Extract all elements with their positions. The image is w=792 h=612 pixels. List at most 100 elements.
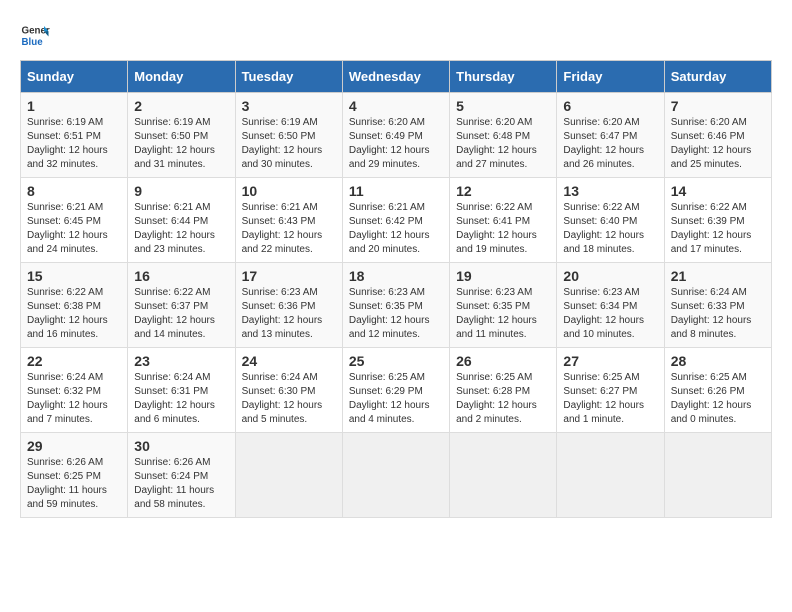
- svg-text:Blue: Blue: [22, 37, 44, 48]
- col-wednesday: Wednesday: [342, 61, 449, 93]
- day-number: 14: [671, 183, 765, 199]
- calendar-cell: 21 Sunrise: 6:24 AM Sunset: 6:33 PM Dayl…: [664, 263, 771, 348]
- calendar-cell: 29 Sunrise: 6:26 AM Sunset: 6:25 PM Dayl…: [21, 433, 128, 518]
- day-info: Sunrise: 6:22 AM Sunset: 6:38 PM Dayligh…: [27, 286, 121, 342]
- calendar-cell: 2 Sunrise: 6:19 AM Sunset: 6:50 PM Dayli…: [128, 93, 235, 178]
- calendar-cell: 4 Sunrise: 6:20 AM Sunset: 6:49 PM Dayli…: [342, 93, 449, 178]
- page-header: General Blue: [20, 20, 772, 50]
- day-number: 1: [27, 98, 121, 114]
- day-info: Sunrise: 6:23 AM Sunset: 6:35 PM Dayligh…: [349, 286, 443, 342]
- day-info: Sunrise: 6:24 AM Sunset: 6:31 PM Dayligh…: [134, 371, 228, 427]
- day-number: 21: [671, 268, 765, 284]
- calendar-cell: 26 Sunrise: 6:25 AM Sunset: 6:28 PM Dayl…: [450, 348, 557, 433]
- day-info: Sunrise: 6:25 AM Sunset: 6:29 PM Dayligh…: [349, 371, 443, 427]
- col-monday: Monday: [128, 61, 235, 93]
- calendar-cell: 28 Sunrise: 6:25 AM Sunset: 6:26 PM Dayl…: [664, 348, 771, 433]
- day-number: 5: [456, 98, 550, 114]
- col-tuesday: Tuesday: [235, 61, 342, 93]
- day-number: 22: [27, 353, 121, 369]
- day-info: Sunrise: 6:19 AM Sunset: 6:50 PM Dayligh…: [134, 116, 228, 172]
- calendar-cell: 7 Sunrise: 6:20 AM Sunset: 6:46 PM Dayli…: [664, 93, 771, 178]
- calendar-body: 1 Sunrise: 6:19 AM Sunset: 6:51 PM Dayli…: [21, 93, 772, 518]
- calendar-cell: [450, 433, 557, 518]
- day-info: Sunrise: 6:19 AM Sunset: 6:51 PM Dayligh…: [27, 116, 121, 172]
- day-info: Sunrise: 6:25 AM Sunset: 6:26 PM Dayligh…: [671, 371, 765, 427]
- day-number: 2: [134, 98, 228, 114]
- col-saturday: Saturday: [664, 61, 771, 93]
- calendar-cell: 24 Sunrise: 6:24 AM Sunset: 6:30 PM Dayl…: [235, 348, 342, 433]
- calendar-cell: 25 Sunrise: 6:25 AM Sunset: 6:29 PM Dayl…: [342, 348, 449, 433]
- day-number: 27: [563, 353, 657, 369]
- calendar-cell: [342, 433, 449, 518]
- day-number: 20: [563, 268, 657, 284]
- day-info: Sunrise: 6:26 AM Sunset: 6:24 PM Dayligh…: [134, 456, 228, 512]
- calendar-cell: 8 Sunrise: 6:21 AM Sunset: 6:45 PM Dayli…: [21, 178, 128, 263]
- calendar-cell: 15 Sunrise: 6:22 AM Sunset: 6:38 PM Dayl…: [21, 263, 128, 348]
- day-number: 24: [242, 353, 336, 369]
- day-number: 25: [349, 353, 443, 369]
- calendar-cell: 5 Sunrise: 6:20 AM Sunset: 6:48 PM Dayli…: [450, 93, 557, 178]
- day-number: 9: [134, 183, 228, 199]
- day-info: Sunrise: 6:22 AM Sunset: 6:41 PM Dayligh…: [456, 201, 550, 257]
- day-info: Sunrise: 6:25 AM Sunset: 6:28 PM Dayligh…: [456, 371, 550, 427]
- day-number: 18: [349, 268, 443, 284]
- day-number: 12: [456, 183, 550, 199]
- calendar-cell: 6 Sunrise: 6:20 AM Sunset: 6:47 PM Dayli…: [557, 93, 664, 178]
- day-number: 4: [349, 98, 443, 114]
- logo: General Blue: [20, 20, 50, 50]
- day-info: Sunrise: 6:20 AM Sunset: 6:49 PM Dayligh…: [349, 116, 443, 172]
- day-number: 26: [456, 353, 550, 369]
- day-info: Sunrise: 6:21 AM Sunset: 6:43 PM Dayligh…: [242, 201, 336, 257]
- calendar-cell: 10 Sunrise: 6:21 AM Sunset: 6:43 PM Dayl…: [235, 178, 342, 263]
- day-number: 16: [134, 268, 228, 284]
- calendar-cell: 20 Sunrise: 6:23 AM Sunset: 6:34 PM Dayl…: [557, 263, 664, 348]
- calendar-cell: 30 Sunrise: 6:26 AM Sunset: 6:24 PM Dayl…: [128, 433, 235, 518]
- calendar-cell: 16 Sunrise: 6:22 AM Sunset: 6:37 PM Dayl…: [128, 263, 235, 348]
- day-info: Sunrise: 6:26 AM Sunset: 6:25 PM Dayligh…: [27, 456, 121, 512]
- day-number: 23: [134, 353, 228, 369]
- day-info: Sunrise: 6:20 AM Sunset: 6:46 PM Dayligh…: [671, 116, 765, 172]
- day-number: 11: [349, 183, 443, 199]
- col-friday: Friday: [557, 61, 664, 93]
- calendar-cell: 14 Sunrise: 6:22 AM Sunset: 6:39 PM Dayl…: [664, 178, 771, 263]
- day-info: Sunrise: 6:20 AM Sunset: 6:48 PM Dayligh…: [456, 116, 550, 172]
- calendar-cell: 13 Sunrise: 6:22 AM Sunset: 6:40 PM Dayl…: [557, 178, 664, 263]
- day-info: Sunrise: 6:22 AM Sunset: 6:39 PM Dayligh…: [671, 201, 765, 257]
- calendar-cell: 18 Sunrise: 6:23 AM Sunset: 6:35 PM Dayl…: [342, 263, 449, 348]
- day-number: 29: [27, 438, 121, 454]
- calendar-cell: 3 Sunrise: 6:19 AM Sunset: 6:50 PM Dayli…: [235, 93, 342, 178]
- day-number: 13: [563, 183, 657, 199]
- day-number: 15: [27, 268, 121, 284]
- day-info: Sunrise: 6:23 AM Sunset: 6:36 PM Dayligh…: [242, 286, 336, 342]
- calendar-table: Sunday Monday Tuesday Wednesday Thursday…: [20, 60, 772, 518]
- calendar-cell: 9 Sunrise: 6:21 AM Sunset: 6:44 PM Dayli…: [128, 178, 235, 263]
- day-number: 10: [242, 183, 336, 199]
- col-sunday: Sunday: [21, 61, 128, 93]
- calendar-cell: 27 Sunrise: 6:25 AM Sunset: 6:27 PM Dayl…: [557, 348, 664, 433]
- col-thursday: Thursday: [450, 61, 557, 93]
- calendar-cell: 1 Sunrise: 6:19 AM Sunset: 6:51 PM Dayli…: [21, 93, 128, 178]
- day-info: Sunrise: 6:20 AM Sunset: 6:47 PM Dayligh…: [563, 116, 657, 172]
- day-number: 19: [456, 268, 550, 284]
- calendar-cell: [664, 433, 771, 518]
- day-info: Sunrise: 6:21 AM Sunset: 6:44 PM Dayligh…: [134, 201, 228, 257]
- calendar-cell: 11 Sunrise: 6:21 AM Sunset: 6:42 PM Dayl…: [342, 178, 449, 263]
- day-info: Sunrise: 6:23 AM Sunset: 6:35 PM Dayligh…: [456, 286, 550, 342]
- day-info: Sunrise: 6:22 AM Sunset: 6:37 PM Dayligh…: [134, 286, 228, 342]
- day-info: Sunrise: 6:21 AM Sunset: 6:45 PM Dayligh…: [27, 201, 121, 257]
- day-number: 17: [242, 268, 336, 284]
- day-info: Sunrise: 6:23 AM Sunset: 6:34 PM Dayligh…: [563, 286, 657, 342]
- day-number: 30: [134, 438, 228, 454]
- calendar-cell: [235, 433, 342, 518]
- calendar-header: Sunday Monday Tuesday Wednesday Thursday…: [21, 61, 772, 93]
- day-info: Sunrise: 6:21 AM Sunset: 6:42 PM Dayligh…: [349, 201, 443, 257]
- calendar-cell: 12 Sunrise: 6:22 AM Sunset: 6:41 PM Dayl…: [450, 178, 557, 263]
- day-info: Sunrise: 6:22 AM Sunset: 6:40 PM Dayligh…: [563, 201, 657, 257]
- day-number: 28: [671, 353, 765, 369]
- calendar-cell: 19 Sunrise: 6:23 AM Sunset: 6:35 PM Dayl…: [450, 263, 557, 348]
- day-number: 8: [27, 183, 121, 199]
- day-info: Sunrise: 6:24 AM Sunset: 6:32 PM Dayligh…: [27, 371, 121, 427]
- calendar-cell: 23 Sunrise: 6:24 AM Sunset: 6:31 PM Dayl…: [128, 348, 235, 433]
- day-info: Sunrise: 6:24 AM Sunset: 6:33 PM Dayligh…: [671, 286, 765, 342]
- day-number: 7: [671, 98, 765, 114]
